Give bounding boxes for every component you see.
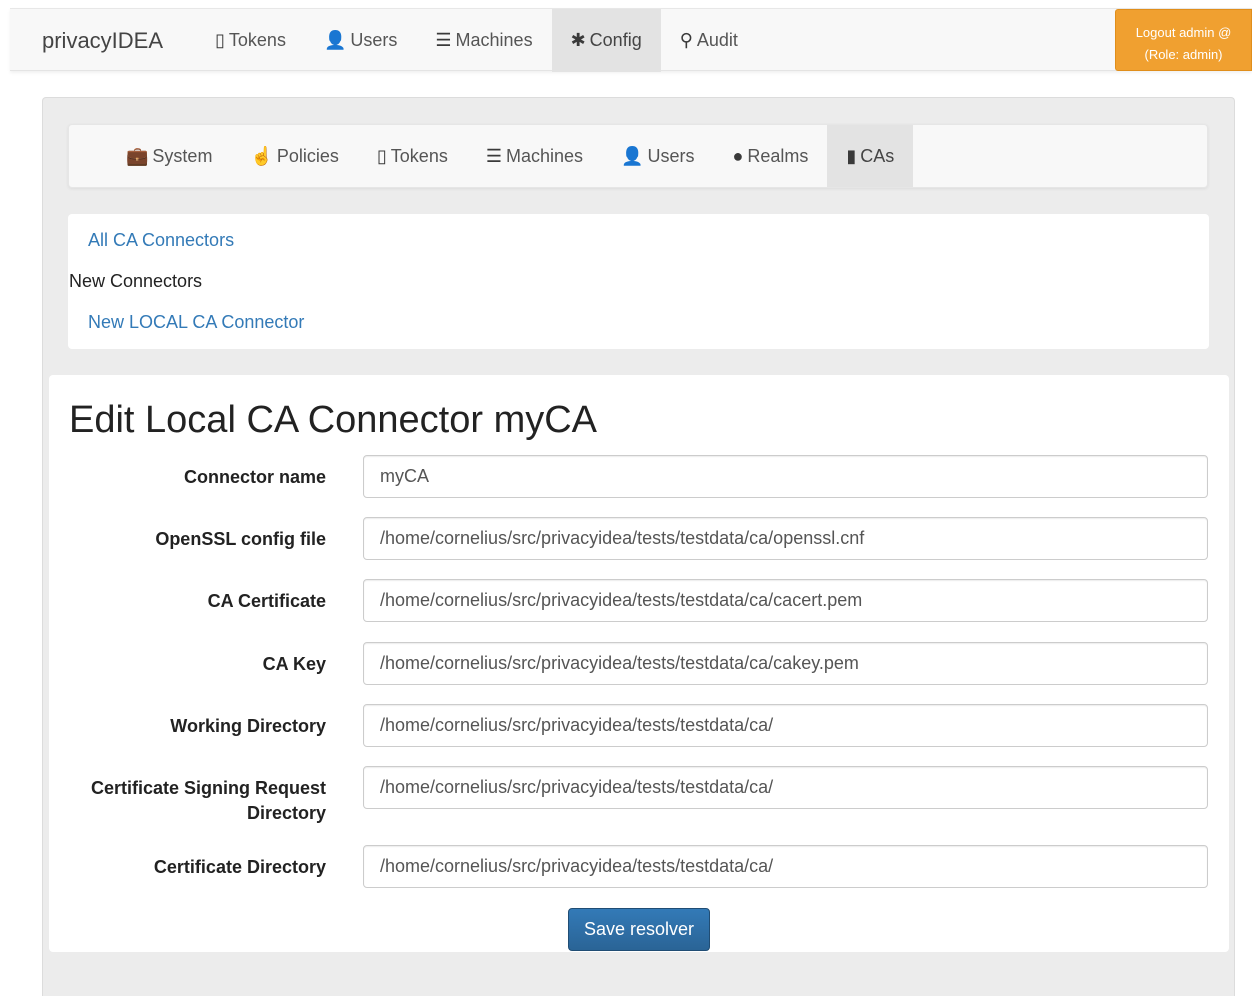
config-subnav: 💼 System ☝ Policies ▯ Tokens ☰ Machines 👤 Use… — [68, 124, 1208, 188]
nav-tokens[interactable]: ▯ Tokens — [196, 9, 305, 72]
tab-realms[interactable]: ● Realms — [713, 125, 827, 187]
ca-certificate-input[interactable] — [363, 579, 1208, 622]
tab-realms-label: Realms — [747, 146, 809, 166]
top-nav: ▯ Tokens 👤 Users ☰ Machines ✱ Config ⚲ Audit — [196, 9, 757, 72]
server-icon: ☰ — [435, 30, 452, 50]
tab-users[interactable]: 👤 Users — [602, 125, 713, 187]
new-connectors-heading: New Connectors — [69, 271, 203, 291]
brand-logo[interactable]: privacyIDEA — [42, 9, 163, 72]
globe-icon: ● — [732, 146, 744, 166]
tab-machines[interactable]: ☰ Machines — [467, 125, 602, 187]
nav-audit-label: Audit — [696, 30, 738, 50]
ca-key-input[interactable] — [363, 642, 1208, 685]
tab-policies-label: Policies — [276, 146, 339, 166]
openssl-config-label: OpenSSL config file — [155, 529, 326, 549]
nav-users[interactable]: 👤 Users — [305, 9, 416, 72]
nav-machines[interactable]: ☰ Machines — [416, 9, 551, 72]
top-navbar: privacyIDEA ▯ Tokens 👤 Users ☰ Machines ✱ Co… — [10, 8, 1252, 72]
save-resolver-button[interactable]: Save resolver — [568, 908, 710, 951]
tab-system-label: System — [152, 146, 213, 166]
openssl-config-input[interactable] — [363, 517, 1208, 560]
nav-tokens-label: Tokens — [228, 30, 286, 50]
nav-config-label: Config — [589, 30, 642, 50]
nav-audit[interactable]: ⚲ Audit — [661, 9, 757, 72]
nav-config[interactable]: ✱ Config — [551, 9, 661, 72]
working-directory-input[interactable] — [363, 704, 1208, 747]
logout-button[interactable]: Logout admin @ (Role: admin) — [1115, 9, 1252, 71]
logout-line2: (Role: admin) — [1144, 47, 1223, 62]
phone-icon: ▯ — [376, 146, 387, 166]
connector-name-label: Connector name — [183, 467, 326, 487]
tab-users-label: Users — [647, 146, 695, 166]
logout-line1: Logout admin @ — [1135, 25, 1232, 40]
ca-links-panel: All CA Connectors New Connectors New LOC… — [68, 214, 1209, 349]
certificate-directory-label: Certificate Directory — [153, 857, 326, 877]
tab-tokens[interactable]: ▯ Tokens — [358, 125, 467, 187]
connector-name-input[interactable] — [363, 455, 1208, 498]
certificate-directory-input[interactable] — [363, 845, 1208, 888]
tab-system[interactable]: 💼 System — [107, 125, 231, 187]
new-local-ca-connector-link[interactable]: New LOCAL CA Connector — [88, 312, 304, 333]
tab-cas[interactable]: ▮ CAs — [827, 125, 914, 187]
nav-machines-label: Machines — [455, 30, 533, 50]
tab-machines-label: Machines — [505, 146, 584, 166]
cog-icon: ✱ — [570, 30, 586, 50]
nav-users-label: Users — [350, 30, 398, 50]
user-icon: 👤 — [621, 146, 644, 166]
search-icon: ⚲ — [679, 30, 693, 50]
hand-icon: ☝ — [250, 146, 273, 166]
csr-directory-label: Certificate Signing Request Directory — [90, 778, 326, 823]
briefcase-icon: 💼 — [126, 146, 149, 166]
all-ca-connectors-link[interactable]: All CA Connectors — [88, 230, 234, 251]
edit-connector-panel: Edit Local CA Connector myCA Connector n… — [49, 375, 1229, 952]
working-directory-label: Working Directory — [170, 716, 326, 736]
page-title: Edit Local CA Connector myCA — [69, 399, 598, 441]
tab-policies[interactable]: ☝ Policies — [231, 125, 357, 187]
tab-tokens-label: Tokens — [390, 146, 448, 166]
bookmark-icon: ▮ — [846, 146, 857, 166]
tab-cas-label: CAs — [860, 146, 895, 166]
user-icon: 👤 — [323, 30, 347, 50]
ca-certificate-label: CA Certificate — [207, 591, 326, 611]
phone-icon: ▯ — [215, 30, 225, 50]
server-icon: ☰ — [485, 146, 502, 166]
ca-key-label: CA Key — [262, 654, 326, 674]
csr-directory-input[interactable] — [363, 766, 1208, 809]
